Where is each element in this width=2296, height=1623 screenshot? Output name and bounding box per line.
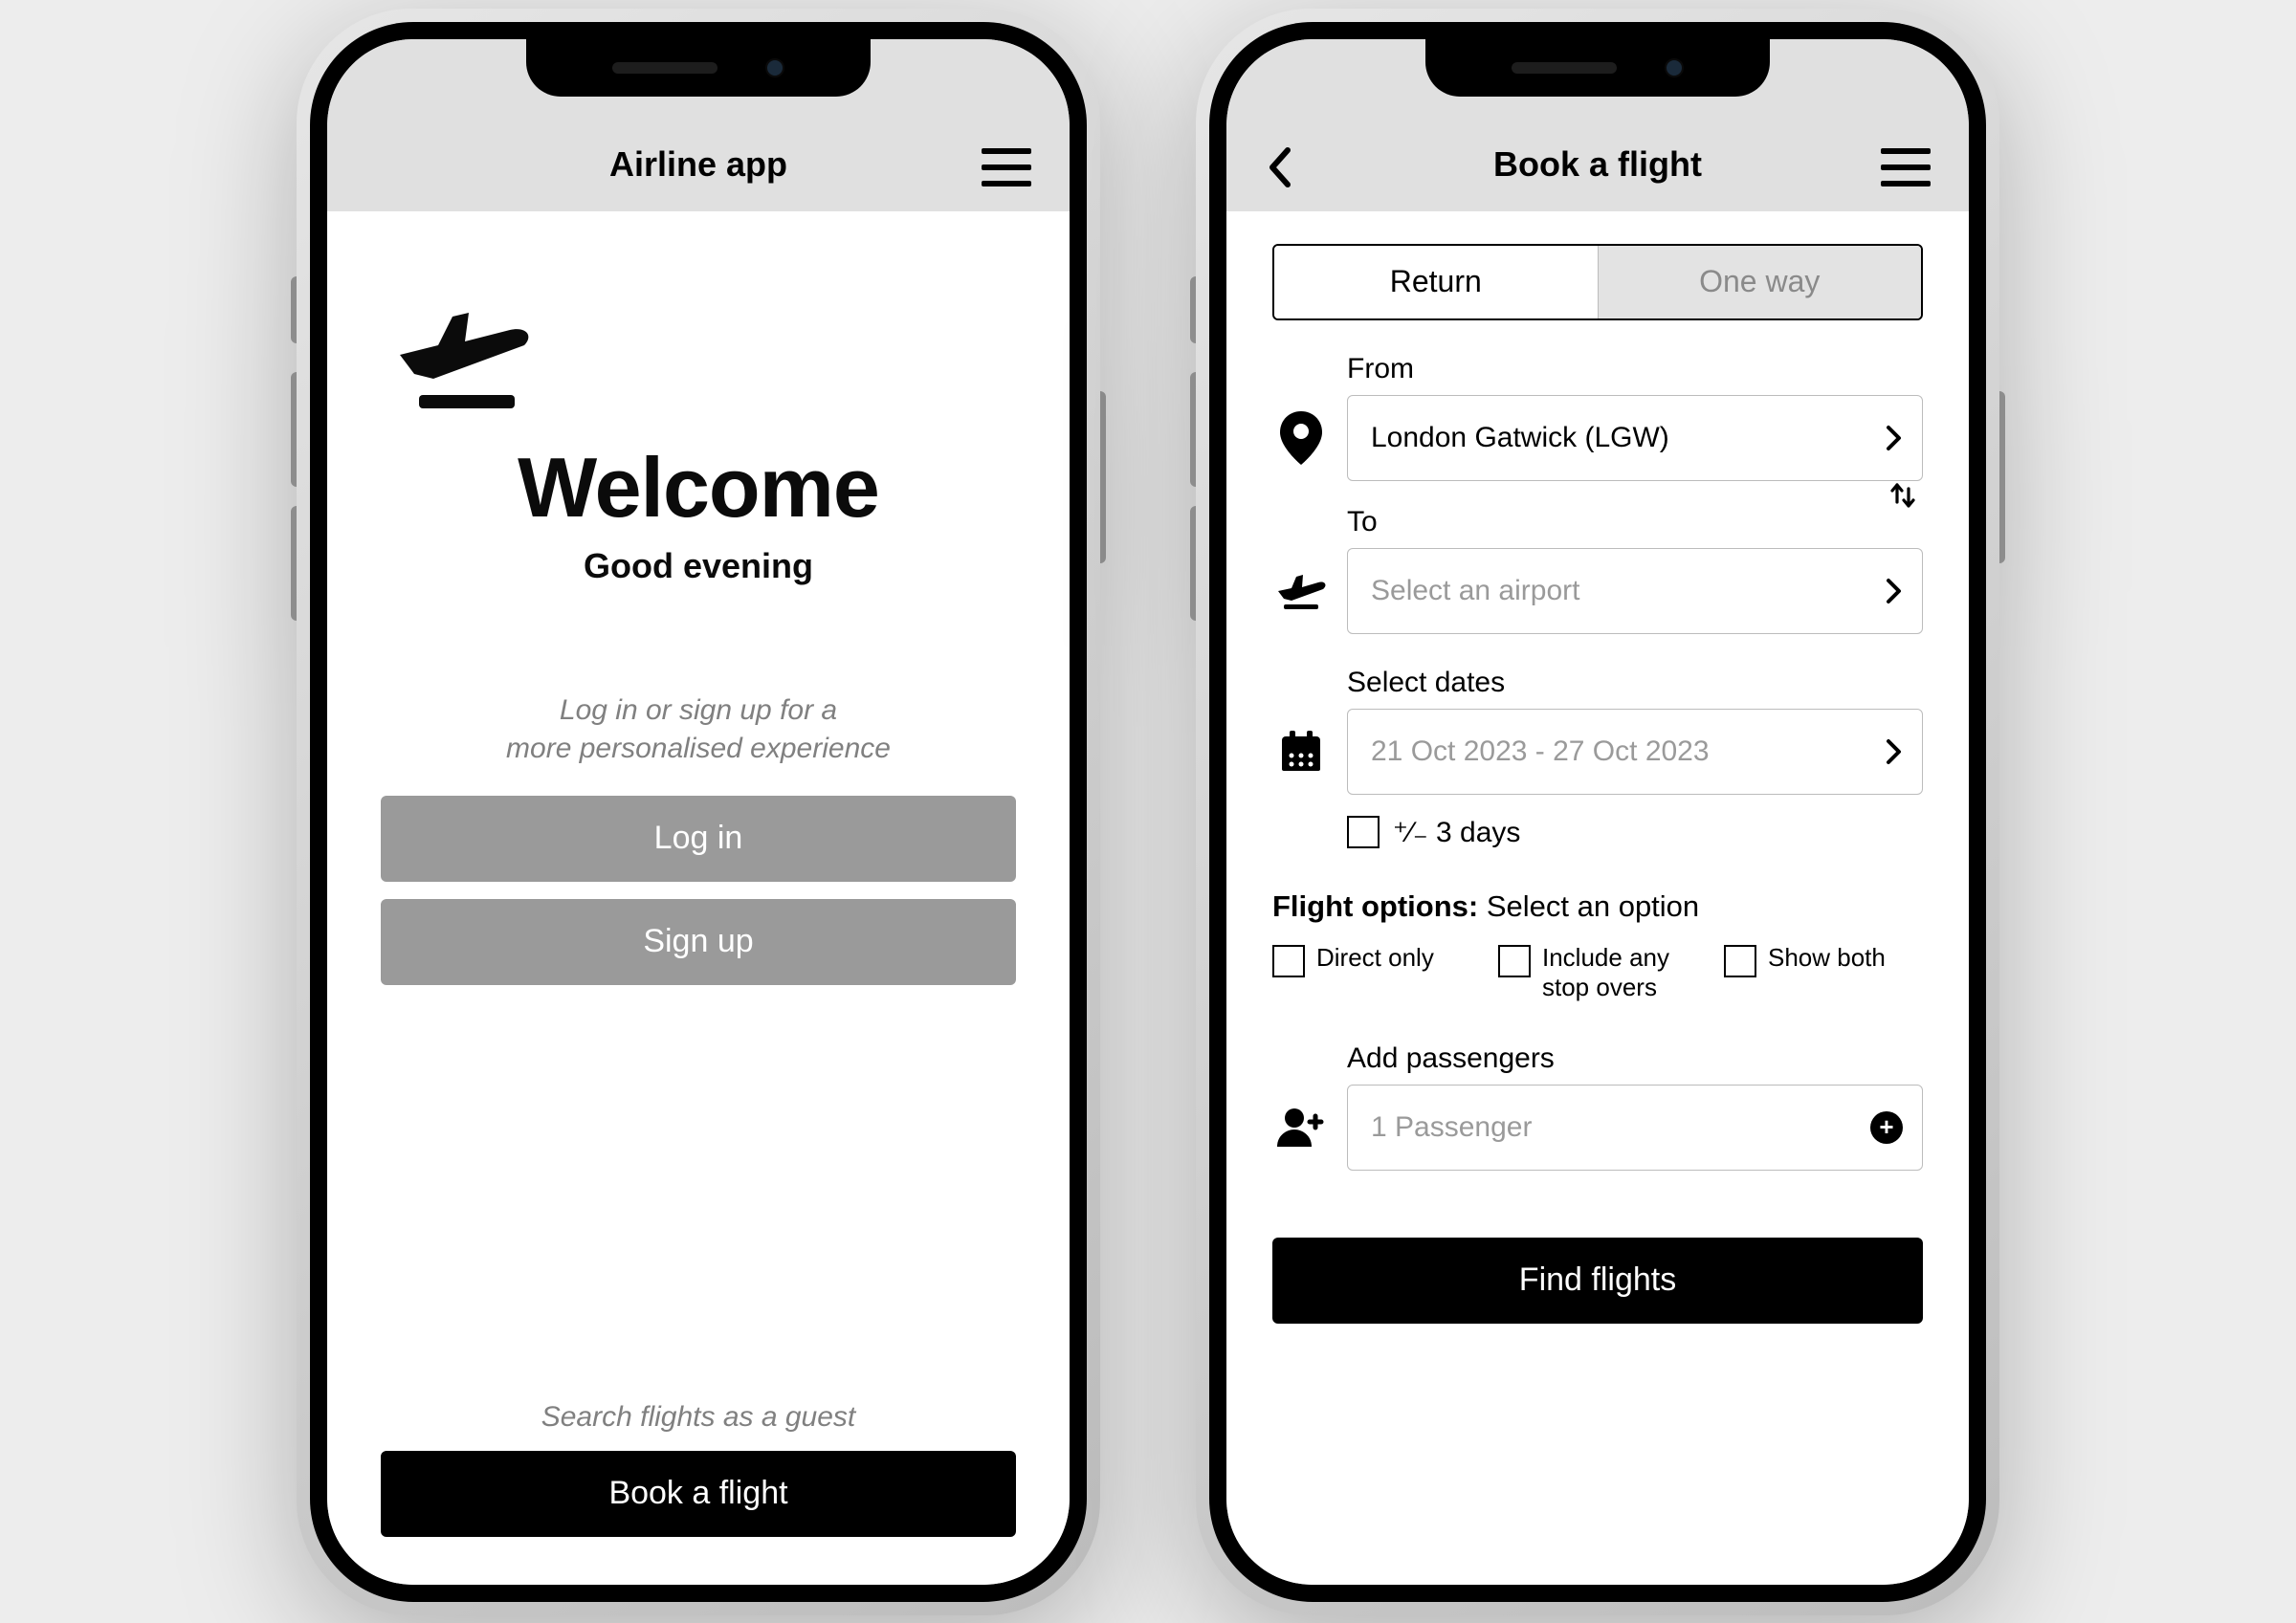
header-title: Airline app bbox=[365, 144, 1031, 185]
dates-field[interactable]: 21 Oct 2023 - 27 Oct 2023 bbox=[1347, 709, 1923, 795]
book-flight-button[interactable]: Book a flight bbox=[381, 1451, 1016, 1537]
include-stopovers-label: Include any stop overs bbox=[1542, 943, 1697, 1002]
plus-minus-3days-checkbox[interactable] bbox=[1347, 816, 1380, 848]
trip-type-segmented: Return One way bbox=[1272, 244, 1923, 320]
welcome-subtitle: Good evening bbox=[381, 546, 1016, 586]
menu-button[interactable] bbox=[982, 148, 1031, 186]
dates-label: Select dates bbox=[1347, 667, 1923, 699]
phone-frame-welcome: Airline app Welcome Good evening bbox=[297, 9, 1100, 1615]
to-label: To bbox=[1347, 506, 1923, 538]
swap-airports-button[interactable] bbox=[1887, 479, 1919, 512]
welcome-heading: Welcome bbox=[381, 439, 1016, 537]
direct-only-label: Direct only bbox=[1316, 943, 1434, 973]
takeoff-icon bbox=[1272, 570, 1330, 612]
to-airport-placeholder: Select an airport bbox=[1371, 575, 1579, 607]
dates-placeholder: 21 Oct 2023 - 27 Oct 2023 bbox=[1371, 735, 1710, 768]
from-airport-value: London Gatwick (LGW) bbox=[1371, 422, 1669, 454]
passengers-label: Add passengers bbox=[1347, 1042, 1923, 1075]
menu-button[interactable] bbox=[1881, 148, 1931, 186]
include-stopovers-checkbox[interactable] bbox=[1498, 945, 1531, 977]
chevron-right-icon bbox=[1886, 738, 1903, 765]
phone-notch bbox=[1425, 39, 1770, 97]
add-person-icon bbox=[1272, 1107, 1330, 1149]
passengers-field[interactable]: 1 Passenger + bbox=[1347, 1085, 1923, 1171]
plus-minus-3days-label: ⁺∕₋ 3 days bbox=[1393, 816, 1520, 849]
auth-prompt: Log in or sign up for a more personalise… bbox=[381, 691, 1016, 769]
show-both-checkbox[interactable] bbox=[1724, 945, 1756, 977]
chevron-right-icon bbox=[1886, 578, 1903, 604]
from-airport-field[interactable]: London Gatwick (LGW) bbox=[1347, 395, 1923, 481]
back-button[interactable] bbox=[1265, 144, 1295, 190]
direct-only-checkbox[interactable] bbox=[1272, 945, 1305, 977]
login-button[interactable]: Log in bbox=[381, 796, 1016, 882]
header-title: Book a flight bbox=[1265, 144, 1931, 185]
calendar-icon bbox=[1272, 729, 1330, 775]
signup-button[interactable]: Sign up bbox=[381, 899, 1016, 985]
tab-return[interactable]: Return bbox=[1274, 246, 1598, 318]
phone-notch bbox=[526, 39, 871, 97]
phone-frame-booking: Book a flight Return One way From bbox=[1196, 9, 1999, 1615]
guest-prompt: Search flights as a guest bbox=[381, 1401, 1016, 1434]
takeoff-icon bbox=[381, 288, 1016, 412]
passengers-placeholder: 1 Passenger bbox=[1371, 1111, 1532, 1144]
chevron-right-icon bbox=[1886, 425, 1903, 451]
location-pin-icon bbox=[1272, 411, 1330, 465]
to-airport-field[interactable]: Select an airport bbox=[1347, 548, 1923, 634]
tab-oneway[interactable]: One way bbox=[1598, 246, 1922, 318]
find-flights-button[interactable]: Find flights bbox=[1272, 1238, 1923, 1324]
show-both-label: Show both bbox=[1768, 943, 1886, 973]
from-label: From bbox=[1347, 353, 1923, 385]
mockup-stage: Airline app Welcome Good evening bbox=[297, 9, 1999, 1615]
flight-options-heading: Flight options: Select an option bbox=[1272, 889, 1923, 924]
add-passenger-button[interactable]: + bbox=[1870, 1111, 1903, 1144]
